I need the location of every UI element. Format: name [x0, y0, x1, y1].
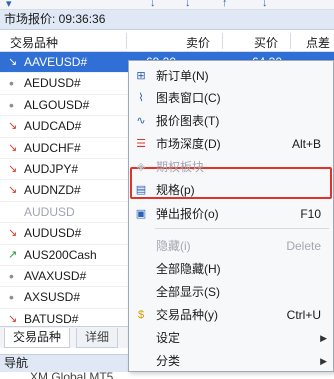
menu-item[interactable]: ∿ 报价图表(T) [129, 110, 333, 132]
column-ask[interactable]: 买价 [254, 34, 278, 51]
menu-item: ◈ 期权板块 [129, 156, 333, 178]
price-down-icon: ↘ [8, 56, 18, 68]
menu-item[interactable]: ⊞ 新订单(N) [129, 65, 333, 87]
price-down-icon: ↘ [8, 141, 18, 154]
menu-item: 隐藏(i) Delete [129, 235, 333, 257]
toolbar-icon[interactable]: ▾ [6, 0, 12, 10]
menu-item-shortcut: Ctrl+U [286, 308, 321, 322]
menu-item-label: 规格(p) [156, 183, 195, 197]
price-neutral-icon: • [9, 75, 14, 92]
column-separator[interactable] [126, 33, 127, 49]
menu-item-label: 弹出报价(o) [156, 207, 219, 221]
menu-item[interactable]: 全部隐藏(H) [129, 258, 333, 280]
menu-item[interactable]: 分类 ▶ [129, 350, 333, 372]
symbol-name: AXSUSD# [24, 290, 81, 305]
symbol-name: AUS200Cash [24, 247, 97, 262]
price-down-icon: ↘ [8, 162, 18, 175]
symbol-name: AVAXUSD# [24, 268, 87, 283]
column-separator[interactable] [222, 33, 223, 49]
price-down-icon: ↘ [8, 184, 18, 197]
column-bid[interactable]: 卖价 [186, 34, 210, 51]
menu-item-label: 隐藏(i) [156, 239, 191, 253]
menu-item-label: 市场深度(D) [156, 137, 221, 151]
toolbar-icon[interactable]: ↓ [185, 0, 191, 9]
menu-item-shortcut: Alt+B [291, 137, 321, 151]
menu-item-label: 新订单(N) [156, 69, 209, 83]
market-watch-header: 交易品种 卖价 买价 点差 [0, 30, 334, 52]
toolbar-icon[interactable]: ↓ [150, 0, 156, 9]
symbol-name: AUDNZD# [24, 183, 81, 198]
tab-details[interactable]: 详细 [76, 328, 119, 348]
menu-item-shortcut: F10 [300, 207, 321, 221]
tick-chart-icon: ∿ [136, 115, 146, 127]
symbol-name: AAVEUSD# [24, 55, 88, 69]
menu-separator [155, 228, 329, 229]
market-depth-icon: ☰ [136, 138, 146, 150]
menu-item[interactable]: ▤ 规格(p) [129, 179, 333, 201]
option-board-icon: ◈ [136, 161, 146, 173]
menu-item-label: 交易品种(y) [156, 308, 218, 322]
navigator-account-item[interactable]: XM Global MT5 [30, 372, 113, 379]
menu-item[interactable]: 设定 ▶ [129, 327, 333, 349]
symbol-name: BATUSD# [24, 311, 79, 326]
specification-icon: ▤ [135, 184, 147, 196]
toolbar-icon[interactable]: ↑ [222, 0, 228, 9]
menu-item[interactable]: ⌇ 图表窗口(C) [129, 87, 333, 109]
price-neutral-icon: • [9, 96, 14, 113]
symbol-name: AUDUSD [24, 204, 75, 219]
menu-item-label: 分类 [156, 354, 181, 368]
price-neutral-icon: • [9, 289, 14, 306]
symbol-name: AUDUSD# [24, 226, 82, 241]
terminal-panel: ▾ ↓ ↓ ↑ ↓ 市场报价: 09:36:36 交易品种 卖价 买价 点差 ↘… [0, 0, 334, 379]
tab-symbols[interactable]: 交易品种 [4, 328, 71, 348]
column-separator[interactable] [290, 33, 291, 49]
toolbar-strip: ▾ ↓ ↓ ↑ ↓ [0, 0, 334, 10]
menu-item[interactable]: ▣ 弹出报价(o) F10 [129, 203, 333, 225]
symbol-name: AEDUSD# [24, 76, 81, 91]
menu-item-label: 期权板块 [156, 160, 205, 174]
price-up-icon: ↗ [8, 248, 18, 261]
symbol-name: AUDCHF# [24, 140, 81, 155]
price-down-icon: ↘ [8, 120, 18, 133]
column-spread[interactable]: 点差 [306, 34, 330, 51]
menu-item-label: 图表窗口(C) [156, 91, 221, 105]
symbol-name: AUDCAD# [24, 119, 82, 134]
price-neutral-icon: • [9, 267, 14, 284]
submenu-arrow-icon: ▶ [320, 356, 327, 366]
symbols-icon: $ [137, 309, 145, 321]
menu-item[interactable]: 全部显示(S) [129, 281, 333, 303]
symbol-name: AUDJPY# [24, 161, 79, 176]
chart-window-icon: ⌇ [138, 92, 144, 104]
menu-item-label: 报价图表(T) [156, 114, 220, 128]
column-symbol[interactable]: 交易品种 [10, 34, 58, 51]
menu-item-shortcut: Delete [286, 239, 321, 253]
toolbar-icon[interactable]: ↓ [262, 0, 268, 9]
submenu-arrow-icon: ▶ [320, 333, 327, 343]
menu-item-label: 设定 [156, 331, 181, 345]
menu-item-label: 全部隐藏(H) [156, 262, 221, 276]
new-order-icon: ⊞ [136, 70, 146, 82]
context-menu: ⊞ 新订单(N) ⌇ 图表窗口(C) ∿ 报价图表(T) ☰ 市场深度(D) Alt+B ◈ 期权板… [128, 60, 334, 372]
menu-item[interactable]: $ 交易品种(y) Ctrl+U [129, 304, 333, 326]
market-watch-title: 市场报价: 09:36:36 [0, 10, 334, 30]
symbol-name: ALGOUSD# [24, 97, 90, 112]
popup-prices-icon: ▣ [135, 208, 147, 220]
menu-item[interactable]: ☰ 市场深度(D) Alt+B [129, 133, 333, 155]
menu-item-label: 全部显示(S) [156, 285, 220, 299]
price-down-icon: ↘ [8, 227, 18, 240]
